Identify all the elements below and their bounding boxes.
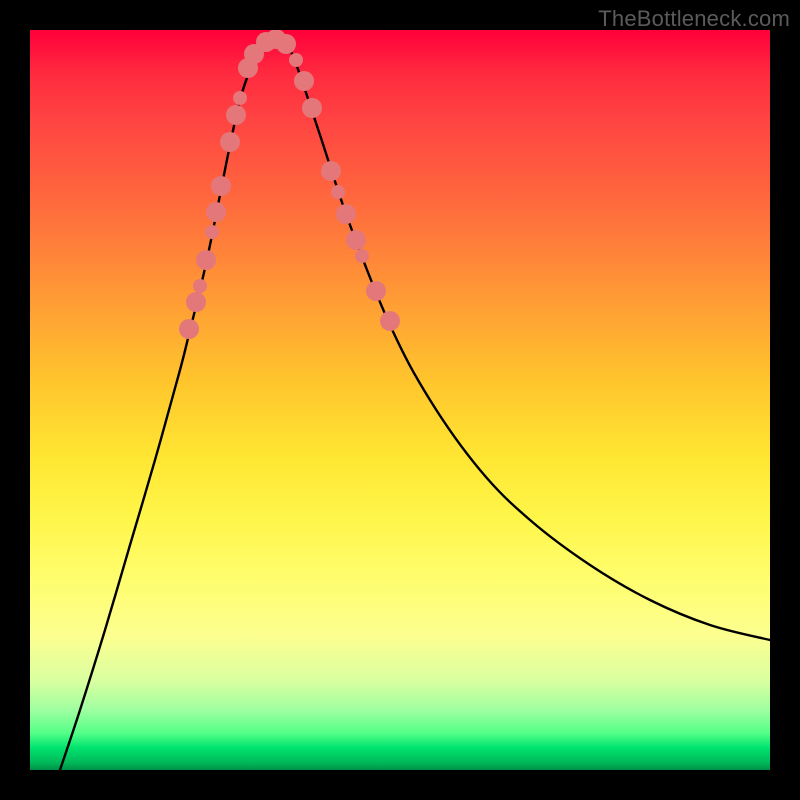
- data-point-marker: [331, 185, 345, 199]
- data-point-marker: [206, 202, 226, 222]
- curve-layer: [60, 39, 770, 770]
- data-point-marker: [179, 319, 199, 339]
- data-point-marker: [336, 204, 356, 224]
- data-point-marker: [321, 161, 341, 181]
- data-point-marker: [193, 279, 207, 293]
- data-point-marker: [211, 176, 231, 196]
- data-point-marker: [186, 292, 206, 312]
- data-point-marker: [220, 132, 240, 152]
- data-point-marker: [380, 311, 400, 331]
- data-point-marker: [289, 53, 303, 67]
- data-point-marker: [366, 281, 386, 301]
- data-point-marker: [355, 249, 369, 263]
- plot-area: [30, 30, 770, 770]
- data-point-marker: [226, 105, 246, 125]
- data-point-marker: [233, 91, 247, 105]
- data-point-marker: [276, 34, 296, 54]
- data-point-marker: [196, 250, 216, 270]
- data-point-marker: [294, 71, 314, 91]
- data-point-marker: [346, 230, 366, 250]
- data-point-marker: [205, 225, 219, 239]
- watermark-text: TheBottleneck.com: [598, 6, 790, 32]
- data-point-marker: [302, 98, 322, 118]
- chart-frame: TheBottleneck.com: [0, 0, 800, 800]
- chart-svg: [30, 30, 770, 770]
- bottleneck-curve: [60, 39, 770, 770]
- marker-layer: [179, 30, 400, 339]
